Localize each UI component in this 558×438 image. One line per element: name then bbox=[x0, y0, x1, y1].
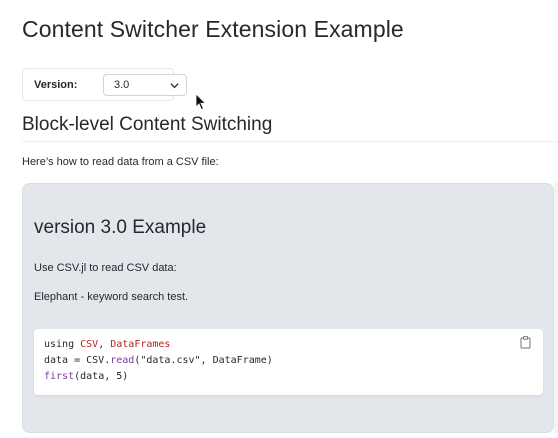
code-keyword: using bbox=[44, 339, 81, 350]
code-text: (data, 5) bbox=[74, 371, 129, 382]
section-title: Block-level Content Switching bbox=[22, 114, 273, 135]
chevron-down-icon bbox=[170, 83, 179, 89]
code-line-1: using CSV, DataFrames bbox=[44, 339, 170, 350]
mouse-pointer-icon bbox=[195, 93, 207, 111]
content-panel: version 3.0 Example Use CSV.jl to read C… bbox=[22, 183, 554, 433]
panel-title: version 3.0 Example bbox=[34, 217, 207, 238]
code-text: data = CSV. bbox=[44, 355, 111, 366]
version-selector: Version: 3.0 bbox=[22, 68, 187, 101]
code-module: DataFrames bbox=[110, 339, 171, 350]
code-line-3: first(data, 5) bbox=[44, 371, 128, 382]
panel-paragraph-2: Elephant - keyword search test. bbox=[34, 291, 189, 303]
code-function: read bbox=[110, 355, 135, 366]
section-divider bbox=[22, 141, 558, 142]
version-select[interactable]: 3.0 bbox=[103, 74, 187, 96]
code-module: CSV bbox=[80, 339, 99, 350]
code-function: first bbox=[44, 371, 75, 382]
panel-paragraph-1: Use CSV.jl to read CSV data: bbox=[34, 262, 177, 274]
page-title: Content Switcher Extension Example bbox=[22, 16, 404, 42]
version-label: Version: bbox=[34, 79, 78, 91]
code-separator: , bbox=[98, 339, 111, 350]
code-line-2: data = CSV.read("data.csv", DataFrame) bbox=[44, 355, 273, 366]
copy-icon[interactable] bbox=[520, 336, 531, 349]
version-select-value: 3.0 bbox=[114, 79, 130, 91]
intro-text: Here’s how to read data from a CSV file: bbox=[22, 156, 219, 168]
code-block: using CSV, DataFrames data = CSV.read("d… bbox=[34, 329, 543, 395]
code-text: ("data.csv", DataFrame) bbox=[134, 355, 273, 366]
scrollbar[interactable] bbox=[554, 183, 558, 433]
